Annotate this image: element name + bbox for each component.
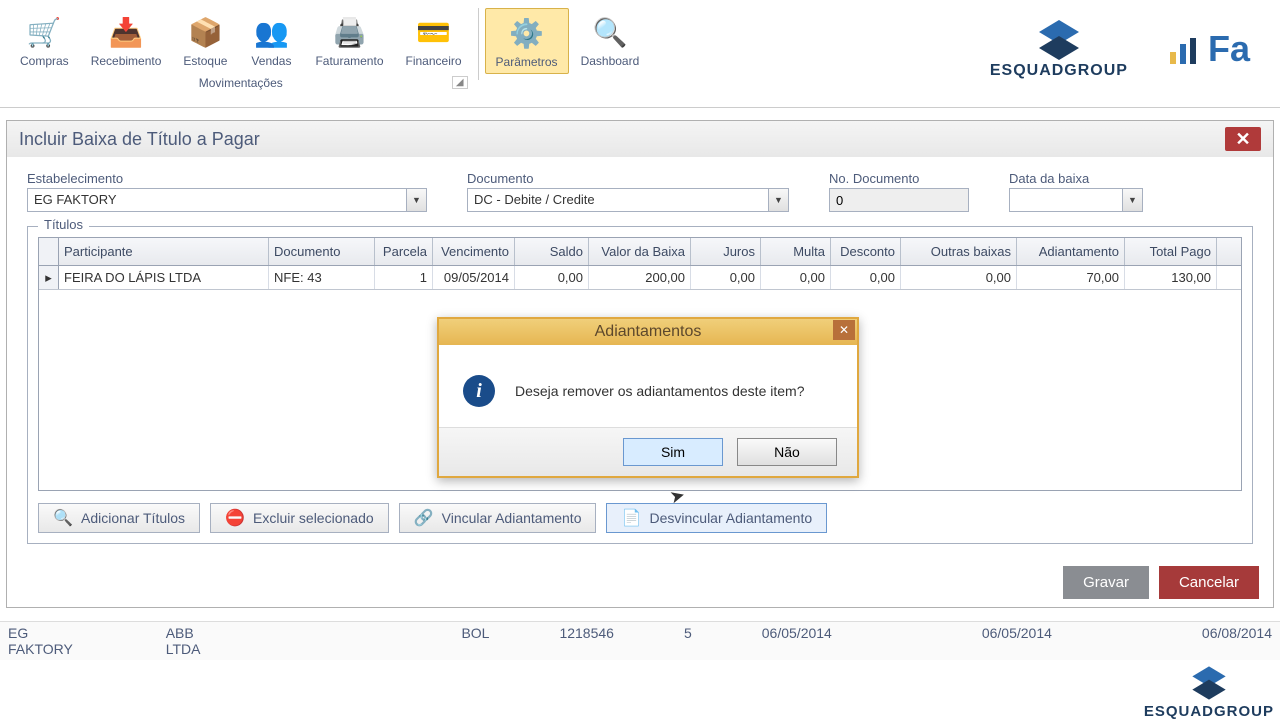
people-icon: 👥 (251, 12, 291, 52)
col-parcela[interactable]: Parcela (375, 238, 433, 265)
data-baixa-label: Data da baixa (1009, 171, 1143, 186)
excluir-selecionado-button[interactable]: ⛔ Excluir selecionado (210, 503, 389, 533)
estabelecimento-label: Estabelecimento (27, 171, 427, 186)
ribbon-recebimento[interactable]: 📥 Recebimento (81, 8, 172, 72)
delete-icon: ⛔ (225, 508, 245, 528)
chevron-down-icon[interactable]: ▼ (407, 188, 427, 212)
dialog-close-button[interactable]: ✕ (833, 320, 855, 340)
vincular-adiantamento-button[interactable]: 🔗 Vincular Adiantamento (399, 503, 597, 533)
ribbon-group-label: Movimentações (199, 76, 283, 90)
ribbon-group-movimentacoes: 🛒 Compras 📥 Recebimento 📦 Estoque 👥 Vend… (10, 8, 472, 90)
dialog-sim-button[interactable]: Sim (623, 438, 723, 466)
ribbon-expand-icon[interactable]: ◢ (452, 76, 468, 89)
documento-label: Documento (467, 171, 789, 186)
col-adiantamento[interactable]: Adiantamento (1017, 238, 1125, 265)
info-icon: i (463, 375, 495, 407)
col-total-pago[interactable]: Total Pago (1125, 238, 1217, 265)
printer-icon: 🖨️ (329, 12, 369, 52)
chevron-down-icon[interactable]: ▼ (769, 188, 789, 212)
ribbon-compras[interactable]: 🛒 Compras (10, 8, 79, 72)
cancelar-button[interactable]: Cancelar (1159, 566, 1259, 599)
ribbon-dashboard[interactable]: 🔍 Dashboard (571, 8, 650, 74)
col-participante[interactable]: Participante (59, 238, 269, 265)
col-multa[interactable]: Multa (761, 238, 831, 265)
cart-icon: 🛒 (24, 12, 64, 52)
ribbon-toolbar: 🛒 Compras 📥 Recebimento 📦 Estoque 👥 Vend… (0, 0, 1280, 108)
adiantamentos-dialog: Adiantamentos ✕ i Deseja remover os adia… (437, 317, 859, 478)
dialog-title: Adiantamentos ✕ (439, 319, 857, 345)
esquadgroup-logo: ESQUADGROUP (990, 18, 1128, 80)
ribbon-financeiro[interactable]: 💳 Financeiro (396, 8, 472, 72)
col-vencimento[interactable]: Vencimento (433, 238, 515, 265)
col-documento[interactable]: Documento (269, 238, 375, 265)
gear-icon: ⚙️ (507, 13, 547, 53)
close-button[interactable]: ✕ (1225, 127, 1261, 151)
no-documento-input[interactable] (829, 188, 969, 212)
ribbon-parametros[interactable]: ⚙️ Parâmetros (485, 8, 569, 74)
chart-search-icon: 🔍 (590, 12, 630, 52)
fa-logo: Fa (1168, 28, 1250, 70)
status-row: EG FAKTORY ABB LTDA BOL 1218546 5 06/05/… (0, 621, 1280, 660)
gravar-button[interactable]: Gravar (1063, 566, 1149, 599)
dialog-nao-button[interactable]: Não (737, 438, 837, 466)
link-icon: 🔗 (414, 508, 434, 528)
titulos-legend: Títulos (38, 217, 89, 232)
table-row[interactable]: ▸ FEIRA DO LÁPIS LTDA NFE: 43 1 09/05/20… (39, 266, 1241, 290)
documento-dropdown[interactable]: DC - Debite / Credite ▼ (467, 188, 789, 212)
data-baixa-dropdown[interactable]: ▼ (1009, 188, 1143, 212)
row-selector-icon[interactable]: ▸ (39, 266, 59, 289)
dialog-message: Deseja remover os adiantamentos deste it… (515, 383, 804, 399)
unlink-icon: 📄 (621, 508, 641, 528)
estabelecimento-dropdown[interactable]: EG FAKTORY ▼ (27, 188, 427, 212)
col-valor-baixa[interactable]: Valor da Baixa (589, 238, 691, 265)
col-outras-baixas[interactable]: Outras baixas (901, 238, 1017, 265)
footer-logo: ESQUADGROUP (1144, 663, 1274, 720)
col-desconto[interactable]: Desconto (831, 238, 901, 265)
col-juros[interactable]: Juros (691, 238, 761, 265)
ribbon-estoque[interactable]: 📦 Estoque (173, 8, 237, 72)
no-documento-label: No. Documento (829, 171, 969, 186)
desvincular-adiantamento-button[interactable]: 📄 Desvincular Adiantamento (606, 503, 827, 533)
money-icon: 💳 (414, 12, 454, 52)
adicionar-titulos-button[interactable]: 🔍 Adicionar Títulos (38, 503, 200, 533)
ribbon-vendas[interactable]: 👥 Vendas (239, 8, 303, 72)
ribbon-faturamento[interactable]: 🖨️ Faturamento (305, 8, 393, 72)
search-add-icon: 🔍 (53, 508, 73, 528)
inbox-icon: 📥 (106, 12, 146, 52)
child-window-title: Incluir Baixa de Título a Pagar ✕ (7, 121, 1273, 157)
chevron-down-icon[interactable]: ▼ (1123, 188, 1143, 212)
col-saldo[interactable]: Saldo (515, 238, 589, 265)
box-icon: 📦 (185, 12, 225, 52)
